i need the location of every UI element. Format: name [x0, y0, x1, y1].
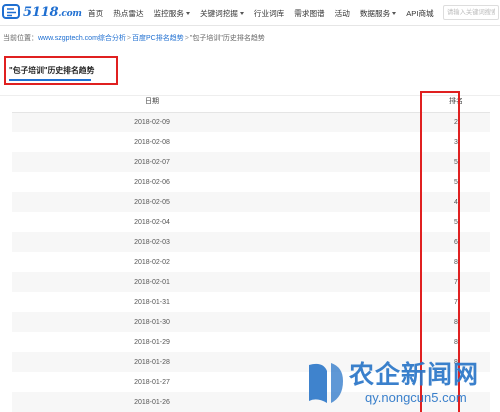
nav-item-label: 监控服务 — [153, 8, 184, 18]
nav-item-label: 热点雷达 — [113, 8, 144, 18]
rank-cell: 3 — [454, 138, 458, 146]
table-row: 2018-02-01 7 — [12, 272, 490, 292]
main-nav: 首页 热点雷达 监控服务 关键词挖掘 行业词库 需求图谱 活动 数据服务 API商城 — [88, 0, 444, 26]
date-cell: 2018-01-30 — [134, 318, 170, 326]
top-navbar: 5118.com 首页 热点雷达 监控服务 关键词挖掘 行业词库 需求图谱 活动 数据服务 AP… — [0, 0, 500, 26]
date-cell: 2018-01-28 — [134, 358, 170, 366]
caret-down-icon — [392, 11, 397, 15]
rank-cell: 5 — [454, 178, 458, 186]
table-row: 2018-02-02 8 — [12, 252, 490, 272]
page-title: "包子培训"历史排名趋势 — [9, 66, 95, 75]
date-cell: 2018-02-08 — [134, 138, 170, 146]
nav-item-label: 关键词挖掘 — [199, 8, 238, 18]
nav-item-4[interactable]: 行业词库 — [254, 8, 284, 19]
nav-item-3[interactable]: 关键词挖掘 — [200, 8, 244, 19]
column-header-date: 日期 — [12, 90, 292, 113]
nav-item-1[interactable]: 热点雷达 — [113, 8, 143, 19]
rank-cell: 8 — [454, 258, 458, 266]
nav-item-6[interactable]: 活动 — [335, 8, 350, 19]
date-cell: 2018-01-31 — [134, 298, 170, 306]
watermark-logo-icon — [309, 363, 343, 403]
rank-cell: 4 — [454, 198, 458, 206]
watermark-text: 农企新闻网 — [349, 360, 480, 389]
nav-item-8[interactable]: API商城 — [406, 8, 433, 19]
date-cell: 2018-01-26 — [134, 398, 170, 406]
watermark-url: qy.nongcun5.com — [365, 390, 467, 405]
title-panel: "包子培训"历史排名趋势 — [0, 46, 500, 96]
date-cell: 2018-02-01 — [134, 278, 170, 286]
breadcrumb-section-link[interactable]: 百度PC排名趋势 — [132, 35, 184, 42]
date-cell: 2018-02-02 — [134, 258, 170, 266]
rank-cell: 7 — [454, 278, 458, 286]
breadcrumb-prefix: 当前位置： — [3, 35, 38, 42]
table-row: 2018-02-07 5 — [12, 152, 490, 172]
table-row: 2018-01-29 8 — [12, 332, 490, 352]
rank-cell: 2 — [454, 118, 458, 126]
date-cell: 2018-02-05 — [134, 198, 170, 206]
logo-wordmark: 5118.com — [23, 4, 82, 20]
date-cell: 2018-02-06 — [134, 178, 170, 186]
breadcrumb: 当前位置：www.szgptech.com综合分析>百度PC排名趋势>"包子培训… — [3, 35, 265, 42]
nav-item-label: 首页 — [88, 8, 104, 18]
date-cell: 2018-02-03 — [134, 238, 170, 246]
breadcrumb-current: "包子培训"历史排名趋势 — [189, 35, 265, 42]
rank-cell: 7 — [454, 298, 458, 306]
watermark: 农企新闻网 qy.nongcun5.com — [303, 355, 500, 412]
nav-item-label: API商城 — [406, 8, 434, 18]
site-logo[interactable]: 5118.com — [2, 3, 82, 21]
date-cell: 2018-02-04 — [134, 218, 170, 226]
table-row: 2018-02-09 2 — [12, 112, 490, 132]
table-row: 2018-01-31 7 — [12, 292, 490, 312]
nav-item-7[interactable]: 数据服务 — [359, 8, 397, 19]
rank-cell: 6 — [454, 238, 458, 246]
rank-cell: 5 — [454, 218, 458, 226]
title-underline — [9, 79, 91, 81]
nav-item-2[interactable]: 监控服务 — [154, 8, 190, 19]
logo-icon — [2, 4, 20, 19]
nav-item-label: 行业词库 — [253, 8, 285, 18]
table-header-row: 日期 排名 — [12, 90, 490, 113]
column-header-rank: 排名 — [422, 90, 490, 113]
rank-cell: 8 — [454, 338, 458, 346]
rank-cell: 5 — [454, 158, 458, 166]
nav-item-0[interactable]: 首页 — [88, 8, 103, 19]
nav-item-label: 需求图谱 — [294, 8, 325, 18]
caret-down-icon — [239, 11, 244, 15]
date-cell: 2018-01-29 — [134, 338, 170, 346]
date-cell: 2018-02-09 — [134, 118, 170, 126]
table-row: 2018-02-05 4 — [12, 192, 490, 212]
date-cell: 2018-02-07 — [134, 158, 170, 166]
table-row: 2018-02-03 6 — [12, 232, 490, 252]
nav-item-label: 数据服务 — [359, 8, 391, 18]
caret-down-icon — [185, 11, 190, 15]
table-row: 2018-02-06 5 — [12, 172, 490, 192]
nav-item-5[interactable]: 需求图谱 — [294, 8, 324, 19]
table-row: 2018-01-30 8 — [12, 312, 490, 332]
date-cell: 2018-01-27 — [134, 378, 170, 386]
table-row: 2018-02-04 5 — [12, 212, 490, 232]
nav-item-label: 活动 — [334, 8, 350, 18]
rank-cell: 8 — [454, 318, 458, 326]
breadcrumb-site-link[interactable]: www.szgptech.com综合分析 — [38, 35, 126, 42]
search-input[interactable] — [443, 5, 499, 20]
table-row: 2018-02-08 3 — [12, 132, 490, 152]
